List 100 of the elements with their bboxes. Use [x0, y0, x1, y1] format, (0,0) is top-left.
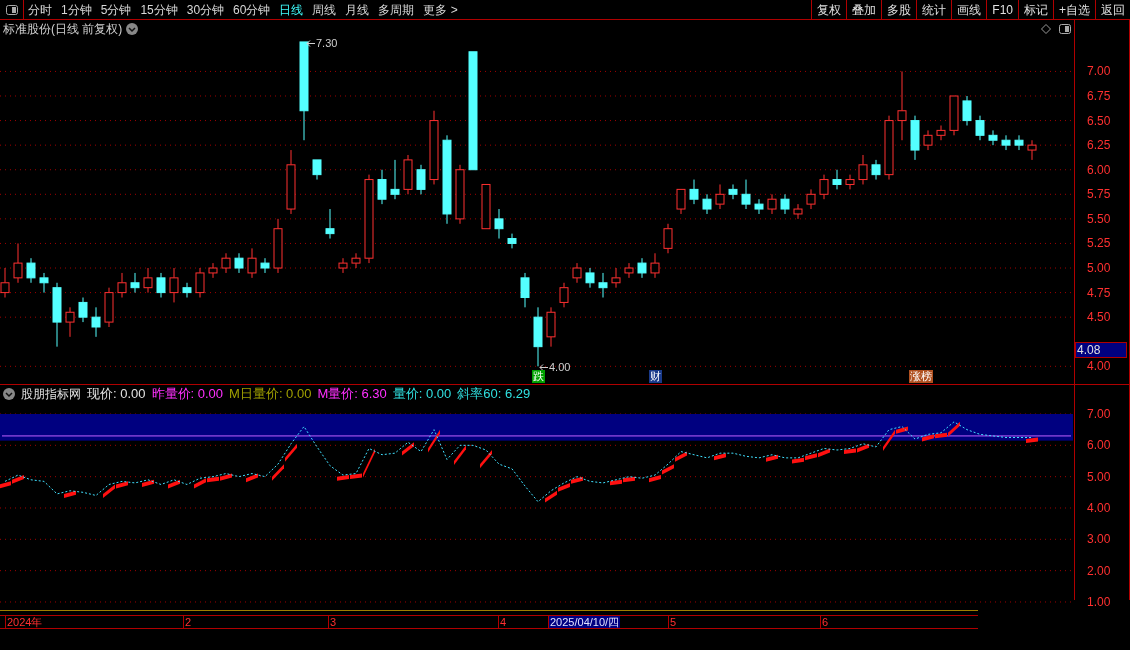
candlestick	[871, 159, 881, 181]
dropdown-icon[interactable]	[126, 23, 139, 35]
event-marker[interactable]: 财	[649, 370, 662, 383]
candlestick	[156, 272, 166, 298]
date-axis-label: 6	[820, 616, 830, 628]
period-tab[interactable]: 1分钟	[61, 0, 92, 19]
toolbar-button[interactable]: 复权	[811, 0, 847, 19]
candlestick	[416, 164, 426, 195]
candlestick	[247, 247, 257, 279]
price-axis-label: 4.50	[1087, 310, 1111, 325]
candlestick	[676, 188, 686, 215]
indicator-axis-label: 6.00	[1087, 438, 1111, 453]
candlestick	[910, 115, 920, 161]
indicator-value: 斜率60: 6.29	[457, 387, 531, 401]
candlestick	[1001, 134, 1011, 151]
candlestick	[481, 183, 491, 230]
toolbar-button[interactable]: 标记	[1018, 0, 1053, 19]
candlestick	[923, 129, 933, 151]
toolbar-button[interactable]: 多股	[881, 0, 917, 19]
candlestick	[975, 115, 985, 141]
candlestick	[377, 169, 387, 205]
candlestick	[273, 218, 283, 274]
toolbar-button[interactable]: 画线	[951, 0, 987, 19]
date-axis-label: 2	[183, 616, 193, 628]
period-tab[interactable]: 周线	[312, 0, 337, 19]
period-tab[interactable]: 30分钟	[186, 0, 225, 19]
indicator-axis-label: 4.00	[1087, 501, 1111, 515]
indicator-value: 昨量价: 0.00	[151, 387, 224, 401]
candlestick	[533, 306, 543, 367]
date-axis-label: 2024年	[5, 616, 44, 628]
date-axis-label: 3	[328, 616, 338, 628]
candlestick	[949, 95, 959, 136]
period-tab[interactable]: 日线	[279, 0, 304, 19]
period-tab[interactable]: 更多 >	[423, 0, 458, 19]
candlestick	[1027, 139, 1037, 161]
candlestick	[650, 252, 660, 279]
candlestick	[221, 252, 231, 274]
indicator-value: 量价: 0.00	[392, 387, 452, 401]
toolbar-button[interactable]: 叠加	[846, 0, 882, 19]
candlestick	[806, 188, 816, 210]
candlestick	[65, 306, 75, 338]
panel-icon[interactable]	[1059, 24, 1071, 34]
candlestick	[741, 179, 751, 210]
candlestick	[637, 257, 647, 279]
toolbar-button[interactable]: 返回	[1095, 0, 1130, 19]
candlestick	[117, 272, 127, 298]
candlestick	[169, 267, 179, 303]
candlestick	[52, 282, 62, 348]
price-axis-label: 4.00	[1087, 359, 1111, 374]
pointer-arrow-icon	[306, 39, 315, 47]
indicator-axis-label: 1.00	[1087, 594, 1111, 609]
candlestick	[39, 272, 49, 294]
candlestick	[351, 252, 361, 269]
candlestick	[325, 208, 335, 240]
period-tab[interactable]: 5分钟	[100, 0, 132, 19]
candlestick	[234, 252, 244, 274]
candlestick	[130, 272, 140, 294]
candlestick	[403, 154, 413, 195]
price-axis-label: 4.75	[1087, 285, 1111, 300]
candlestick	[702, 193, 712, 215]
candlestick	[793, 203, 803, 220]
candlestick	[663, 223, 673, 254]
candlestick	[195, 267, 205, 298]
candlestick	[1014, 134, 1024, 151]
candlestick	[767, 193, 777, 215]
event-marker[interactable]: 涨榜	[909, 370, 933, 383]
toolbar-button[interactable]: +自选	[1053, 0, 1095, 19]
high-price-label: 7.30	[316, 35, 338, 51]
period-tab[interactable]: 60分钟	[233, 0, 271, 19]
indicator-axis-label: 3.00	[1087, 532, 1111, 547]
panel-icon	[5, 4, 18, 15]
candlestick	[754, 198, 764, 215]
candlestick	[455, 164, 465, 225]
candlestick	[572, 262, 582, 284]
candlestick	[689, 179, 699, 205]
candlestick	[988, 129, 998, 146]
toolbar-button[interactable]: F10	[986, 0, 1018, 19]
indicator-value: M量价: 6.30	[317, 387, 387, 401]
candlestick	[312, 159, 322, 181]
dropdown-icon[interactable]	[3, 388, 15, 400]
candlestick	[897, 70, 907, 141]
period-tab[interactable]: 分时	[28, 0, 52, 19]
candlestick	[260, 257, 270, 274]
candlestick	[598, 272, 608, 298]
candlestick	[507, 233, 517, 249]
candlestick	[78, 297, 88, 323]
price-axis-label: 6.00	[1087, 162, 1111, 177]
candlestick	[143, 267, 153, 294]
period-tab[interactable]: 月线	[345, 0, 370, 19]
toolbar-button[interactable]: 统计	[916, 0, 952, 19]
price-axis-label: 5.75	[1087, 187, 1111, 202]
low-price-label: 4.00	[549, 360, 571, 376]
current-price-tag: 4.08	[1075, 342, 1127, 359]
indicator-value: M日量价: 0.00	[229, 387, 312, 401]
candlestick	[559, 282, 569, 308]
period-tab[interactable]: 多周期	[378, 0, 415, 19]
price-axis-label: 6.50	[1087, 113, 1111, 128]
period-tab[interactable]: 15分钟	[140, 0, 178, 19]
candlestick	[91, 306, 101, 338]
indicator-axis-label: 5.00	[1087, 469, 1111, 484]
